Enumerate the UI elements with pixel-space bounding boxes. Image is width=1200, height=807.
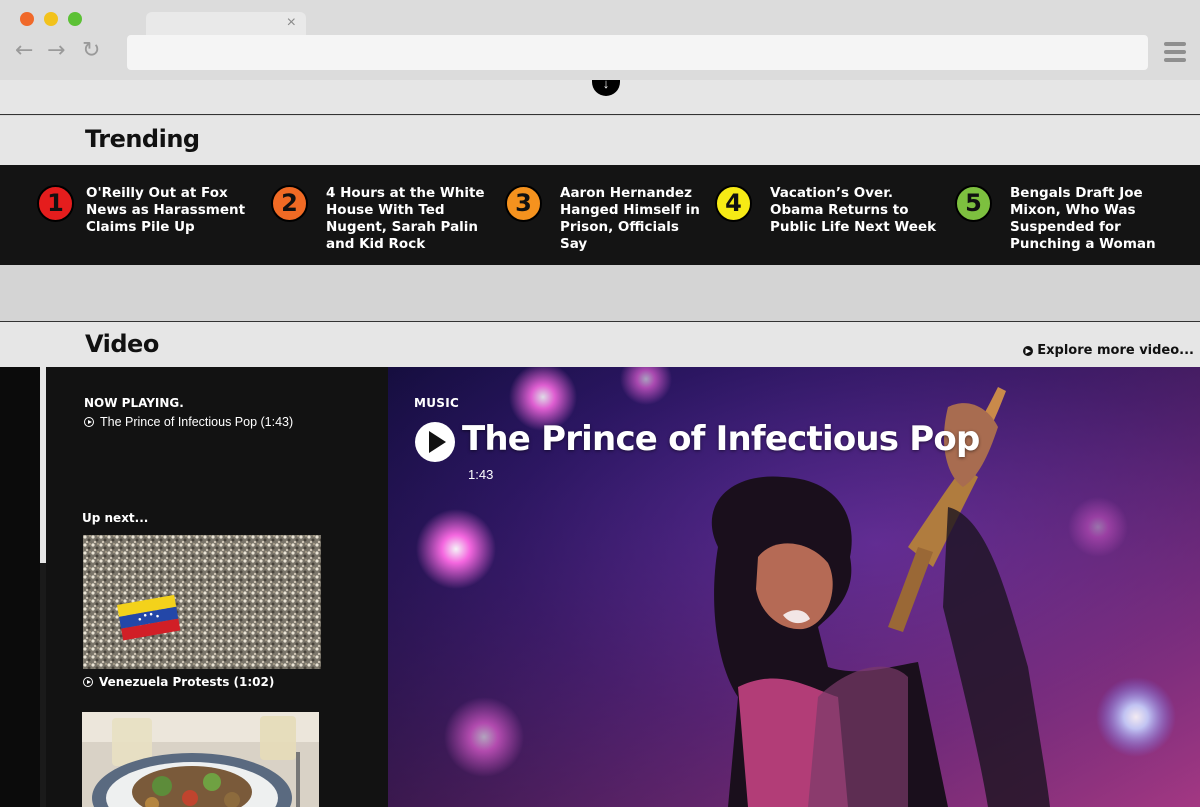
menu-icon[interactable] — [1164, 42, 1186, 62]
trending-rank-badge: 4 — [715, 185, 752, 222]
now-playing-title[interactable]: The Prince of Infectious Pop (1:43) — [100, 415, 293, 429]
up-next-label: Up next... — [82, 511, 149, 525]
trending-header: Trending — [0, 116, 1200, 165]
trending-rank-badge: 1 — [37, 185, 74, 222]
video-category: MUSIC — [414, 396, 460, 410]
now-playing-label: NOW PLAYING. — [84, 396, 184, 410]
video-title: Video — [85, 330, 159, 358]
video-player[interactable]: MUSIC The Prince of Infectious Pop 1:43 — [388, 367, 1200, 807]
address-bar[interactable] — [127, 35, 1148, 70]
trending-headline[interactable]: Aaron Hernandez Hanged Himself in Prison… — [560, 185, 710, 253]
trending-rank-badge: 3 — [505, 185, 542, 222]
explore-video-label[interactable]: Explore more video... — [1037, 343, 1194, 358]
up-next-thumbnail[interactable] — [82, 712, 319, 807]
up-next-thumbnail[interactable] — [83, 535, 321, 669]
browser-chrome: × ← → ↻ — [0, 0, 1200, 80]
trending-list: 1 O'Reilly Out at Fox News as Harassment… — [0, 165, 1200, 265]
play-button[interactable] — [415, 422, 455, 462]
trending-title: Trending — [85, 125, 200, 153]
trending-headline[interactable]: O'Reilly Out at Fox News as Harassment C… — [86, 185, 266, 236]
up-next-caption[interactable]: Venezuela Protests (1:02) — [99, 675, 274, 689]
up-next-item[interactable]: Venezuela Protests (1:02) — [83, 675, 274, 689]
arrow-right-icon: ▶ — [1023, 346, 1034, 356]
video-duration: 1:43 — [468, 467, 494, 482]
maximize-window-button[interactable] — [68, 12, 82, 26]
video-section: NOW PLAYING. The Prince of Infectious Po… — [0, 367, 1200, 807]
forward-icon[interactable]: → — [47, 38, 65, 63]
reload-icon[interactable]: ↻ — [82, 38, 100, 63]
trending-headline[interactable]: Vacation’s Over. Obama Returns to Public… — [770, 185, 945, 236]
explore-video-link[interactable]: ▶ Explore more video... — [1023, 343, 1194, 358]
video-player-title[interactable]: The Prince of Infectious Pop — [462, 419, 980, 459]
trending-headline[interactable]: 4 Hours at the White House With Ted Nuge… — [326, 185, 506, 253]
tab-close-icon[interactable]: × — [287, 14, 296, 32]
browser-tab[interactable]: × — [146, 12, 306, 36]
page-content: ↓ Trending 1 O'Reilly Out at Fox News as… — [0, 80, 1200, 807]
now-playing-item[interactable]: The Prince of Infectious Pop (1:43) — [84, 415, 293, 429]
play-icon — [83, 677, 93, 687]
video-playlist: NOW PLAYING. The Prince of Infectious Po… — [46, 367, 388, 807]
side-rail — [0, 367, 40, 807]
trending-headline[interactable]: Bengals Draft Joe Mixon, Who Was Suspend… — [1010, 185, 1190, 253]
close-window-button[interactable] — [20, 12, 34, 26]
video-header: Video ▶ Explore more video... — [0, 322, 1200, 367]
minimize-window-button[interactable] — [44, 12, 58, 26]
section-divider — [0, 265, 1200, 322]
trending-rank-badge: 2 — [271, 185, 308, 222]
back-icon[interactable]: ← — [15, 38, 33, 63]
trending-rank-badge: 5 — [955, 185, 992, 222]
play-icon — [84, 417, 94, 427]
